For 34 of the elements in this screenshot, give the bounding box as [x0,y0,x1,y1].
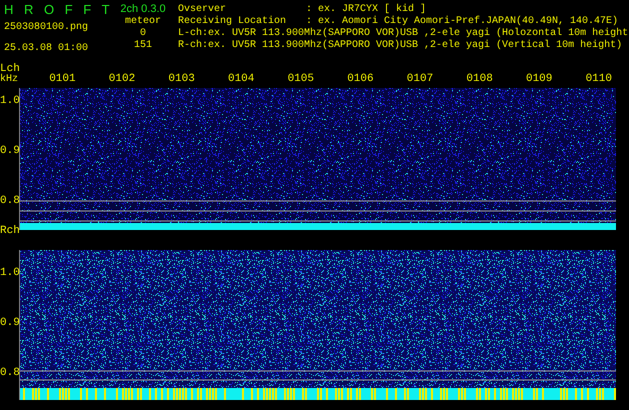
meteor-count: 0 [140,28,146,40]
meteor-label: meteor [124,16,161,28]
info-label: Ovserver [178,4,228,16]
time-label: 0109 [526,73,552,85]
frequency-label: 1.0 [0,268,20,279]
info-label: Receiving Location [178,16,288,28]
frequency-label: 0.9 [0,318,20,329]
channel-label: Lch [0,64,20,75]
meteor-count: 151 [134,40,152,52]
time-label: 0110 [586,73,612,85]
info-label: R-ch:ex. [178,40,228,52]
info-value: UV5R 113.900Mhz(SAPPORO VOR)USB ,2-ele yagi (Holozontal 10m height [232,28,628,40]
time-label: 0102 [108,73,136,85]
channel-label: Rch [0,226,20,237]
time-label: 0107 [406,73,434,85]
app-title: H R O F F T [4,2,111,18]
date-time: 25.03.08 01:00 [4,43,90,55]
version-label: 2ch 0.3.0 [120,2,166,16]
frequency-label: 0.9 [0,146,20,157]
time-label: 0103 [168,73,195,85]
time-label: 0105 [288,73,314,85]
frequency-label: 1.0 [0,96,20,107]
time-label: 0101 [49,73,76,85]
file-name: 2503080100.png [4,22,90,34]
time-label: 0106 [347,73,374,85]
frequency-label: 0.8 [0,196,20,207]
time-label: 0108 [466,73,493,85]
info-value: : ex. Aomori City Aomori-Pref.JAPAN(40.49N, 140.47E) [306,16,618,28]
unit-label: kHz [0,75,18,85]
info-label: L-ch:ex. [178,28,228,40]
info-value: : ex. JR7CYX [ kid ] [306,4,426,16]
frequency-label: 0.8 [0,368,20,379]
info-value: UV5R 113.900Mhz(SAPPORO VOR)USB ,2-ele yagi (Vertical 10m height) [232,40,622,52]
time-label: 0104 [228,73,254,85]
